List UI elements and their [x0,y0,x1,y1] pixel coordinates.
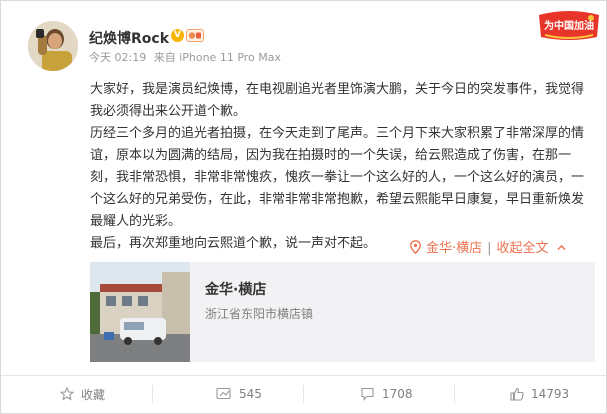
comment-icon [361,387,374,401]
location-separator: | [487,241,492,256]
post-time[interactable]: 今天 02:19 [89,51,146,64]
favorite-button[interactable]: 收藏 [60,384,105,404]
repost-count: 545 [239,387,262,401]
weibo-post-card: 纪焕博Rock V 今天 02:19 来自 iPhone 11 Pro Max … [0,0,607,414]
post-paragraph-3: 最后，再次郑重地向云熙道个歉，说一声对不起。 [90,236,377,251]
comment-button[interactable]: 1708 [360,384,413,404]
thumbs-up-icon [510,387,524,401]
star-icon [60,387,74,401]
location-pin-icon [410,240,423,258]
collapse-text-link[interactable]: 收起全文 [497,241,549,256]
member-level-icon[interactable] [186,29,204,42]
author-name[interactable]: 纪焕博Rock [89,28,169,48]
favorite-label: 收藏 [81,387,106,402]
post-meta: 今天 02:19 来自 iPhone 11 Pro Max [89,49,285,65]
location-card[interactable]: 金华·横店 浙江省东阳市横店镇 [90,262,595,362]
location-row: 金华·横店 | 收起全文 [410,237,566,258]
repost-button[interactable]: 545 [216,384,262,404]
location-card-address: 浙江省东阳市横店镇 [205,307,314,321]
promo-label: 为中国加油 [544,21,594,32]
post-source[interactable]: 来自 iPhone 11 Pro Max [154,51,281,64]
action-separator [303,385,304,403]
location-card-title: 金华·横店 [205,282,267,298]
like-button[interactable]: 14793 [510,384,569,404]
post-paragraph-1: 大家好，我是演员纪焕博，在电视剧追光者里饰演大鹏，关于今日的突发事件，我觉得我必… [90,82,585,119]
location-link[interactable]: 金华·横店 [426,241,482,256]
verified-v-icon[interactable]: V [171,29,184,42]
comment-count: 1708 [382,387,413,401]
action-separator [454,385,455,403]
author-avatar[interactable] [28,21,78,71]
location-photo [90,262,190,362]
like-count: 14793 [531,387,570,401]
action-separator [152,385,153,403]
collapse-arrow-icon[interactable] [553,241,566,256]
action-bar-divider [1,375,606,376]
promo-badge[interactable]: 为中国加油 [535,9,603,43]
post-paragraph-2: 历经三个多月的追光者拍摄，在今天走到了尾声。三个月下来大家积累了非常深厚的情谊，… [90,126,585,229]
repost-icon [216,387,231,400]
